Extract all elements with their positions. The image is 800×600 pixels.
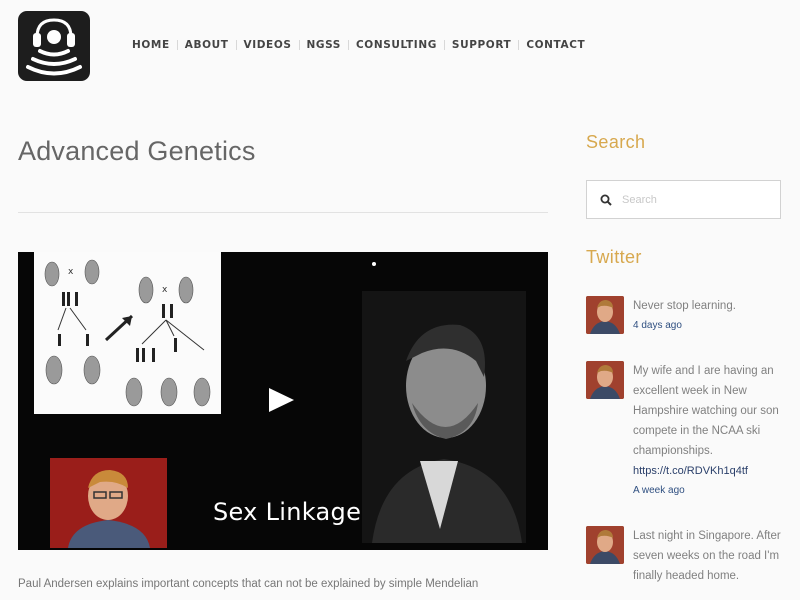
video-dot	[372, 262, 376, 266]
tweet-body: Last night in Singapore. After seven wee…	[633, 526, 785, 586]
nav-divider	[298, 40, 300, 50]
tweet-text: Never stop learning.	[633, 300, 736, 312]
nav-home[interactable]: HOME	[132, 39, 170, 51]
nav-consulting[interactable]: CONSULTING	[356, 39, 437, 51]
page-title: Advanced Genetics	[18, 136, 256, 166]
search-input[interactable]	[622, 193, 772, 206]
avatar[interactable]	[586, 296, 624, 334]
site-logo[interactable]	[18, 11, 90, 81]
tweet-timestamp[interactable]: 4 days ago	[633, 316, 785, 336]
nav-divider	[443, 40, 445, 50]
nav-divider	[518, 40, 520, 50]
nav-support[interactable]: SUPPORT	[452, 39, 511, 51]
nav-divider	[347, 40, 349, 50]
tweet-text: My wife and I are having an excellent we…	[633, 365, 779, 457]
portrait-image	[362, 291, 526, 543]
svg-text:x: x	[68, 267, 74, 277]
headphones-signal-icon	[26, 18, 82, 76]
play-icon[interactable]	[269, 388, 294, 412]
video-caption: Sex Linkage	[213, 498, 362, 526]
main-nav: HOME ABOUT VIDEOS NGSS CONSULTING SUPPOR…	[132, 39, 585, 51]
twitter-widget-title: Twitter	[586, 247, 642, 267]
nav-contact[interactable]: CONTACT	[526, 39, 585, 51]
tweet-body: My wife and I are having an excellent we…	[633, 361, 785, 501]
nav-divider	[235, 40, 237, 50]
video-player[interactable]: x x Sex Linkage	[18, 252, 548, 550]
presenter-video-inset	[50, 458, 167, 548]
genetics-diagram-image: x x	[34, 252, 221, 414]
svg-text:x: x	[162, 285, 168, 295]
search-box[interactable]	[586, 180, 781, 219]
post-excerpt: Paul Andersen explains important concept…	[18, 578, 479, 590]
avatar[interactable]	[586, 526, 624, 564]
nav-divider	[176, 40, 178, 50]
search-icon[interactable]	[600, 194, 612, 206]
nav-about[interactable]: ABOUT	[185, 39, 229, 51]
nav-videos[interactable]: VIDEOS	[244, 39, 292, 51]
tweet-timestamp[interactable]: A week ago	[633, 481, 785, 501]
tweet-text: Last night in Singapore. After seven wee…	[633, 530, 781, 582]
tweet-link[interactable]: https://t.co/RDVKh1q4tf	[633, 461, 785, 481]
nav-ngss[interactable]: NGSS	[307, 39, 341, 51]
tweet-body: Never stop learning. 4 days ago	[633, 296, 785, 336]
avatar[interactable]	[586, 361, 624, 399]
title-divider	[18, 212, 548, 213]
search-widget-title: Search	[586, 132, 646, 152]
